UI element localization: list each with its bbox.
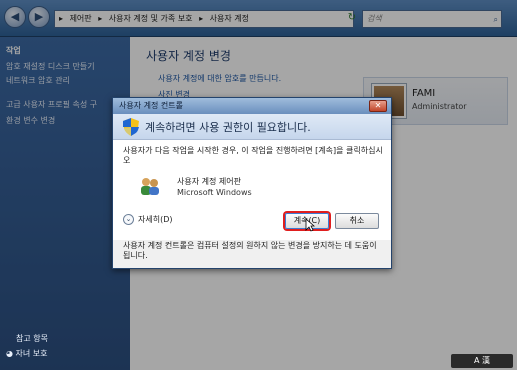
uac-dialog: 사용자 계정 컨트롤 ✕ 계속하려면 사용 권한이 필요합니다. 사용자가 다음…	[112, 97, 392, 269]
dialog-header: 계속하려면 사용 권한이 필요합니다.	[113, 114, 391, 140]
dialog-headline: 계속하려면 사용 권한이 필요합니다.	[145, 121, 311, 134]
program-publisher: Microsoft Windows	[177, 188, 252, 197]
dialog-footer-text: 사용자 계정 컨트롤은 컴퓨터 설정의 원하지 않는 변경을 방지하는 데 도움…	[123, 241, 377, 260]
close-icon: ✕	[374, 101, 382, 110]
see-also-label: 참고 항목	[16, 334, 48, 343]
chevron-down-icon: ⌄	[123, 214, 134, 225]
dialog-description: 사용자가 다음 작업을 시작한 경우, 이 작업을 진행하려면 [계속]을 클릭…	[123, 146, 383, 165]
language-bar[interactable]: A 漢	[451, 354, 513, 368]
details-label: 자세히(D)	[138, 215, 173, 224]
shield-icon	[123, 118, 139, 136]
details-toggle[interactable]: ⌄ 자세히(D)	[123, 214, 172, 225]
parental-controls-icon: ◕	[6, 349, 13, 358]
user-accounts-icon	[141, 178, 159, 195]
parental-controls-label: 자녀 보호	[15, 349, 48, 358]
mouse-cursor-icon	[305, 218, 315, 232]
program-name: 사용자 계정 제어판	[177, 177, 241, 186]
close-button[interactable]: ✕	[369, 100, 387, 112]
dialog-body: 사용자가 다음 작업을 시작한 경우, 이 작업을 진행하려면 [계속]을 클릭…	[113, 140, 391, 240]
cancel-button[interactable]: 취소	[335, 213, 379, 229]
language-bar-label: A 漢	[473, 356, 490, 365]
dialog-title: 사용자 계정 컨트롤	[119, 101, 183, 110]
parental-controls-link[interactable]: ◕ 자녀 보호	[6, 348, 48, 359]
dialog-titlebar: 사용자 계정 컨트롤 ✕	[113, 98, 391, 114]
